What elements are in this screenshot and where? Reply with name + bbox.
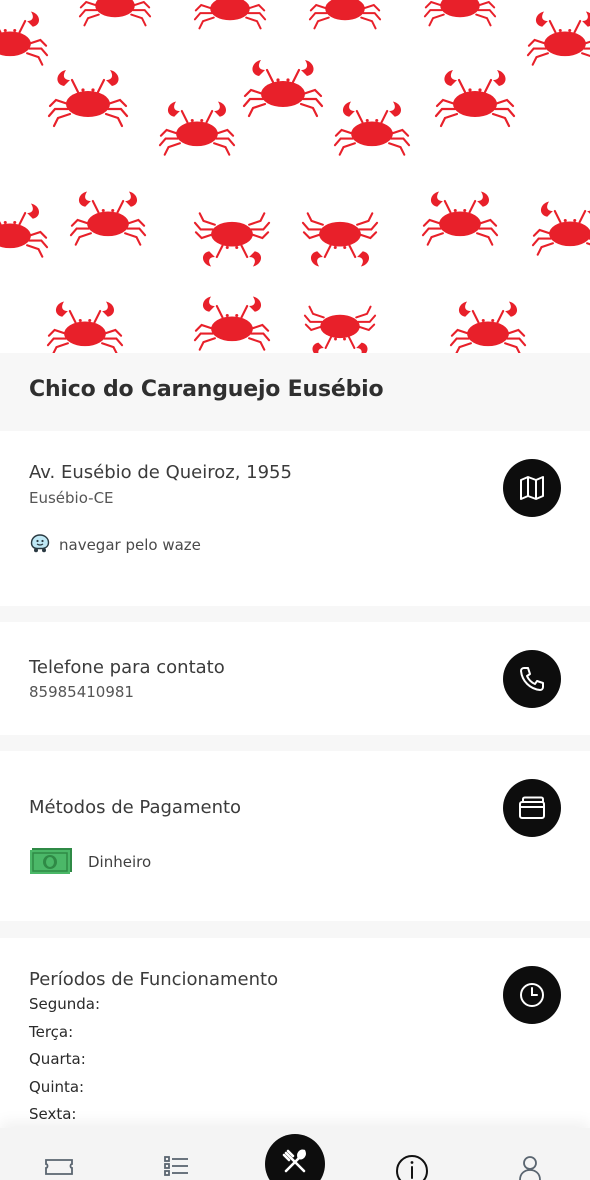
crab-pattern: [0, 0, 590, 353]
contact-heading: Telefone para contato: [29, 657, 225, 678]
phone-icon: [518, 665, 546, 693]
payment-heading: Métodos de Pagamento: [29, 797, 242, 818]
restaurant-name: Chico do Caranguejo Eusébio: [29, 377, 384, 402]
cutlery-icon: [279, 1146, 311, 1180]
waze-navigate-link[interactable]: navegar pelo waze: [29, 532, 201, 558]
address-card: Av. Eusébio de Queiroz, 1955 Eusébio-CE …: [0, 431, 590, 606]
restaurant-banner-image: [0, 0, 590, 353]
cash-icon: [29, 844, 73, 880]
info-icon: [395, 1154, 429, 1180]
waze-icon: [29, 532, 51, 558]
nav-info[interactable]: [394, 1154, 430, 1180]
payment-method-item: Dinheiro: [29, 844, 151, 880]
restaurant-title-bar: Chico do Caranguejo Eusébio: [0, 353, 590, 431]
waze-label: navegar pelo waze: [59, 536, 201, 554]
nav-orders[interactable]: [158, 1154, 194, 1180]
day-label: Sexta:: [29, 1105, 77, 1123]
list-icon: [162, 1154, 190, 1180]
payment-card: Métodos de Pagamento Dinheiro: [0, 751, 590, 921]
wallet-icon: [517, 794, 547, 822]
call-button[interactable]: [503, 650, 561, 708]
payment-method-label: Dinheiro: [88, 853, 152, 871]
address-city: Eusébio-CE: [29, 489, 114, 507]
nav-tickets[interactable]: [41, 1154, 77, 1180]
contact-phone: 85985410981: [29, 683, 134, 701]
map-icon: [518, 474, 546, 502]
hours-day-list: Segunda: Terça: Quarta: Quinta: Sexta:: [29, 993, 100, 1131]
payment-button[interactable]: [503, 779, 561, 837]
day-label: Quinta:: [29, 1077, 85, 1096]
day-label: Segunda:: [29, 995, 101, 1013]
ticket-icon: [44, 1154, 74, 1180]
address-street: Av. Eusébio de Queiroz, 1955: [29, 462, 292, 483]
contact-card: Telefone para contato 85985410981: [0, 622, 590, 735]
map-button[interactable]: [503, 459, 561, 517]
hours-heading: Períodos de Funcionamento: [29, 969, 279, 990]
day-label: Terça:: [29, 1022, 74, 1041]
day-label: Quarta:: [29, 1050, 86, 1068]
user-icon: [517, 1154, 543, 1180]
hours-button[interactable]: [503, 966, 561, 1024]
clock-icon: [518, 981, 546, 1009]
nav-profile[interactable]: [512, 1154, 548, 1180]
